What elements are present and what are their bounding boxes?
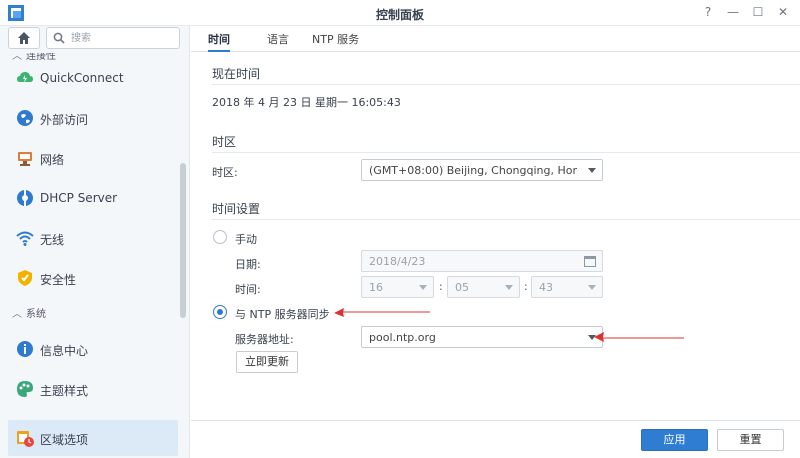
date-label: 日期:	[235, 258, 261, 271]
sidebar-item-label: 无线	[40, 233, 65, 247]
reset-button[interactable]: 重置	[717, 429, 784, 451]
tab-time[interactable]: 时间	[208, 31, 230, 52]
sidebar-item-label: 网络	[40, 153, 65, 167]
divider	[212, 152, 800, 153]
second-select[interactable]: 43	[531, 276, 603, 298]
time-separator: :	[524, 280, 528, 293]
section-title-time-settings: 时间设置	[212, 202, 261, 216]
info-icon	[17, 341, 33, 357]
shield-icon	[18, 270, 32, 286]
network-icon	[18, 152, 32, 166]
title-bar: 控制面板 ? — ☐ ✕	[0, 0, 800, 26]
section-header-system[interactable]: ︿ 系统	[12, 305, 46, 321]
sidebar-item-dhcp-server[interactable]: DHCP Server	[8, 180, 178, 216]
chevron-up-icon: ︿	[12, 309, 22, 320]
footer-bar: 应用 重置	[191, 420, 800, 458]
sidebar-item-quickconnect[interactable]: QuickConnect	[8, 60, 178, 96]
timezone-label: 时区:	[212, 166, 238, 179]
wifi-icon	[16, 231, 34, 246]
tab-bar: 时间 语言 NTP 服务	[191, 26, 800, 52]
date-field-value: 2018/4/23	[369, 255, 426, 268]
main-panel: 时间 语言 NTP 服务 现在时间 2018 年 4 月 23 日 星期一 16…	[191, 26, 800, 458]
maximize-icon[interactable]: ☐	[750, 4, 766, 20]
sidebar-item-wireless[interactable]: 无线	[8, 220, 178, 256]
sidebar-nav: ︿ 连接性 QuickConnect 外部访问 网络 DHCP Server 无…	[0, 53, 180, 458]
chevron-down-icon	[588, 285, 596, 290]
time-label: 时间:	[235, 283, 261, 296]
help-icon[interactable]: ?	[700, 4, 716, 20]
update-now-button[interactable]: 立即更新	[236, 351, 298, 373]
timezone-select-value: (GMT+08:00) Beijing, Chongqing, Hong Ko	[369, 164, 577, 177]
sidebar-item-label: DHCP Server	[40, 191, 118, 205]
calendar-icon[interactable]	[584, 256, 596, 267]
date-field[interactable]: 2018/4/23	[361, 250, 603, 272]
manual-radio-label[interactable]: 手动	[235, 231, 257, 247]
divider	[212, 219, 800, 220]
chevron-down-icon	[588, 168, 596, 173]
ntp-sync-label[interactable]: 与 NTP 服务器同步	[235, 306, 330, 322]
globe-icon	[17, 110, 33, 126]
hour-select[interactable]: 16	[361, 276, 434, 298]
current-time-value: 2018 年 4 月 23 日 星期一 16:05:43	[212, 96, 401, 109]
search-box[interactable]	[46, 27, 180, 49]
sidebar-item-network[interactable]: 网络	[8, 140, 178, 176]
minute-select[interactable]: 05	[447, 276, 520, 298]
sidebar-item-label: 主题样式	[40, 384, 89, 398]
window-title: 控制面板	[375, 8, 424, 22]
sidebar-item-info-center[interactable]: 信息中心	[8, 331, 178, 367]
sidebar-item-external-access[interactable]: 外部访问	[8, 100, 178, 136]
sidebar-item-label: 安全性	[40, 273, 77, 287]
home-icon	[18, 32, 30, 44]
sidebar-item-label: QuickConnect	[40, 71, 124, 85]
search-input[interactable]	[71, 30, 175, 46]
ntp-sync-radio[interactable]	[213, 305, 227, 319]
minimize-icon[interactable]: —	[725, 4, 741, 20]
hour-select-value: 16	[369, 281, 383, 294]
chevron-down-icon	[588, 335, 596, 340]
section-title-timezone: 时区	[212, 135, 237, 149]
sidebar-item-security[interactable]: 安全性	[8, 260, 178, 296]
minute-select-value: 05	[455, 281, 469, 294]
quickconnect-icon	[17, 72, 33, 83]
divider	[212, 84, 800, 85]
section-title-current-time: 现在时间	[212, 67, 261, 81]
chevron-down-icon	[505, 285, 513, 290]
sidebar-scrollbar-thumb[interactable]	[180, 163, 186, 318]
home-button[interactable]	[8, 27, 40, 49]
regional-icon	[17, 431, 34, 447]
server-address-label: 服务器地址:	[235, 333, 294, 346]
apply-button[interactable]: 应用	[641, 429, 708, 451]
time-separator: :	[439, 280, 443, 293]
tab-ntp-service[interactable]: NTP 服务	[312, 31, 359, 51]
sidebar-item-regional-options[interactable]: 区域选项	[8, 420, 178, 456]
manual-radio[interactable]	[213, 230, 227, 244]
sidebar: ︿连接性 QuickConnect 外部访问 网络	[0, 26, 190, 458]
search-icon	[53, 32, 65, 44]
ntp-server-value: pool.ntp.org	[369, 331, 436, 344]
sidebar-item-label: 区域选项	[40, 433, 89, 447]
dhcp-icon	[17, 190, 33, 206]
sidebar-item-label: 信息中心	[40, 344, 89, 358]
tab-language[interactable]: 语言	[267, 31, 289, 51]
ntp-server-select[interactable]: pool.ntp.org	[361, 326, 603, 348]
sidebar-item-label: 外部访问	[40, 113, 89, 127]
second-select-value: 43	[539, 281, 553, 294]
palette-icon	[17, 381, 33, 397]
sidebar-item-theme[interactable]: 主题样式	[8, 371, 178, 407]
chevron-down-icon	[419, 285, 427, 290]
close-icon[interactable]: ✕	[775, 4, 791, 20]
timezone-select[interactable]: (GMT+08:00) Beijing, Chongqing, Hong Ko	[361, 159, 603, 181]
